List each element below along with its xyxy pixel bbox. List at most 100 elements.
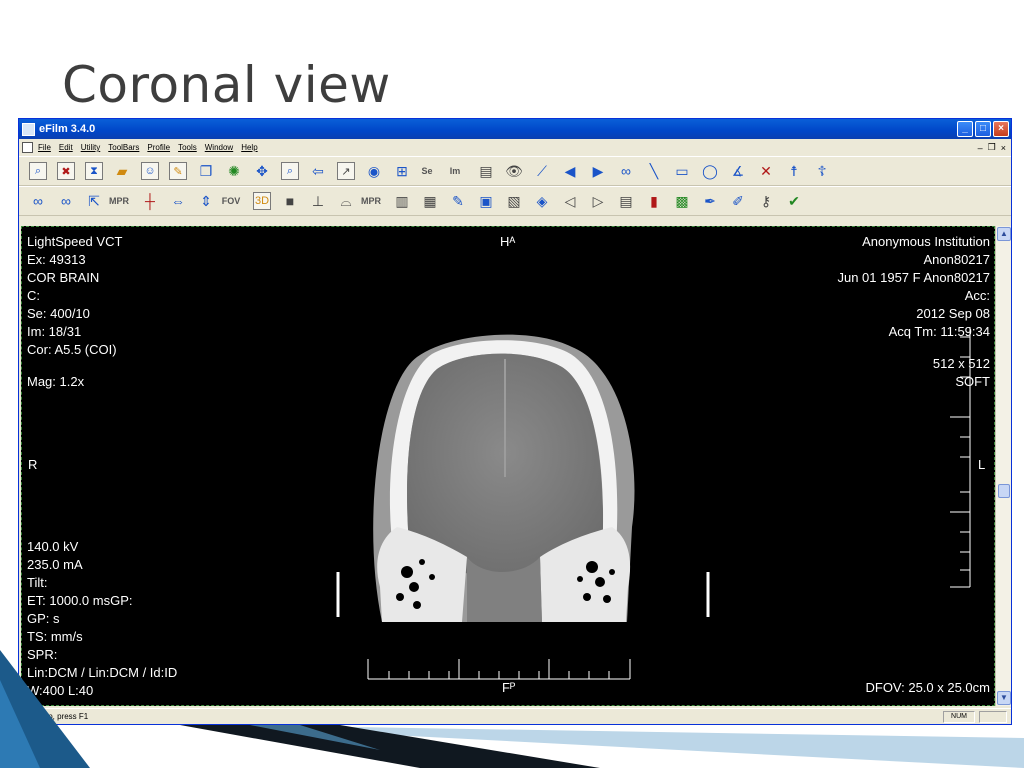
export-icon[interactable]: ✎ <box>165 160 191 182</box>
pen-icon[interactable]: ✒ <box>697 190 723 212</box>
toolbar-row-2: ∞ ∞ ⇱ MPR ┼ ⇔ ⇕ FOV 3D ■ ⊥ ⌓ MPR ▥ ▦ ✎ ▣… <box>19 186 1011 216</box>
hide-overlay-icon[interactable]: 👁 <box>501 160 527 182</box>
overlay-text: GP: s <box>27 611 60 626</box>
image-viewport[interactable]: LightSpeed VCT Ex: 49313 COR BRAIN C: Se… <box>21 226 995 706</box>
cursor-icon[interactable]: ⇱ <box>81 190 107 212</box>
3d-icon[interactable]: 3D <box>249 190 275 212</box>
flip-horizontal-icon[interactable]: ⇔ <box>165 190 191 212</box>
next-image-icon[interactable]: ▷ <box>585 190 611 212</box>
glasses-icon[interactable]: ∞ <box>25 190 51 212</box>
cine-icon[interactable]: ◉ <box>361 160 387 182</box>
mdi-minimize-icon[interactable]: – <box>978 143 983 153</box>
link-icon[interactable]: ∞ <box>613 160 639 182</box>
glasses-hand-icon[interactable]: ∞ <box>53 190 79 212</box>
hourglass-icon[interactable]: ⧗ <box>81 160 107 182</box>
ellipse-roi-icon[interactable]: ◯ <box>697 160 723 182</box>
overlay-filter: SOFT <box>955 374 990 389</box>
overlay-matrix-block: 512 x 512 SOFT <box>933 355 990 391</box>
menu-tools[interactable]: Tools <box>178 143 197 152</box>
angle-icon[interactable]: ∡ <box>725 160 751 182</box>
slide: Coronal view eFilm 3.4.0 _ □ × File Edit… <box>0 0 1024 768</box>
overlay-text: Im: 18/31 <box>27 324 82 339</box>
report-icon[interactable]: ▤ <box>473 160 499 182</box>
glasses-outline-icon[interactable]: ⌓ <box>333 190 359 212</box>
edit-image-icon[interactable]: ✎ <box>445 190 471 212</box>
key-icon[interactable]: ⚷ <box>753 190 779 212</box>
mdi-close-icon[interactable]: × <box>1001 143 1006 153</box>
ruler-icon[interactable]: ▭ <box>669 160 695 182</box>
vertical-scrollbar[interactable]: ▲ ▼ <box>995 226 1011 706</box>
menu-help[interactable]: Help <box>241 143 257 152</box>
overlay-text: Anon80217 <box>923 252 990 267</box>
search-study-icon[interactable]: ⌕ <box>25 160 51 182</box>
line-measure-icon[interactable]: ╲ <box>641 160 667 182</box>
print-icon[interactable]: ▤ <box>613 190 639 212</box>
menu-window[interactable]: Window <box>205 143 233 152</box>
efilm-window: eFilm 3.4.0 _ □ × File Edit Utility Tool… <box>18 118 1012 725</box>
overlay-text: 2012 Sep 08 <box>916 306 990 321</box>
body-orient-icon[interactable]: ☦ <box>809 160 835 182</box>
patient-icon[interactable]: ☺ <box>137 160 163 182</box>
overlay-top-right: Anonymous Institution Anon80217 Jun 01 1… <box>837 233 990 341</box>
prev-image-icon[interactable]: ◁ <box>557 190 583 212</box>
axis-icon[interactable]: ⊥ <box>305 190 331 212</box>
window-layout-icon[interactable]: ❐ <box>193 160 219 182</box>
orientation-right: R <box>28 457 38 472</box>
menu-profile[interactable]: Profile <box>147 143 170 152</box>
overlay-text: Se: 400/10 <box>27 306 90 321</box>
delete-icon[interactable]: ✖ <box>53 160 79 182</box>
overlay-text: Anonymous Institution <box>862 234 990 249</box>
film-icon[interactable]: ▮ <box>641 190 667 212</box>
menu-file[interactable]: File <box>38 143 51 152</box>
mpr-text-icon[interactable]: MPR <box>361 190 387 212</box>
overlay-matrix: 512 x 512 <box>932 356 990 371</box>
overlay-text: Ex: 49313 <box>27 252 86 267</box>
orientation-top: Hᴬ <box>500 234 516 249</box>
maximize-button[interactable]: □ <box>975 121 991 137</box>
overlay-text: ET: 1000.0 msGP: <box>27 593 133 608</box>
minimize-button[interactable]: _ <box>957 121 973 137</box>
series-layout-icon[interactable]: Se <box>417 160 443 182</box>
menu-utility[interactable]: Utility <box>81 143 101 152</box>
image-layout-icon[interactable]: Im <box>445 160 471 182</box>
overlay-text: Acq Tm: 11:59:34 <box>888 324 990 339</box>
sync-icon[interactable]: ⟋ <box>529 160 555 182</box>
filmstrip-icon[interactable]: ▦ <box>417 190 443 212</box>
annotate-icon[interactable]: ↗ <box>333 160 359 182</box>
menu-toolbars[interactable]: ToolBars <box>108 143 139 152</box>
zoom-icon[interactable]: ⌕ <box>277 160 303 182</box>
checkmark-icon[interactable]: ✔ <box>781 190 807 212</box>
check-doc-icon[interactable]: ✐ <box>725 190 751 212</box>
app-icon <box>22 122 35 136</box>
slide-decoration <box>0 650 1024 768</box>
window-level-icon[interactable]: ✺ <box>221 160 247 182</box>
scroll-thumb[interactable] <box>998 484 1010 498</box>
body-icon[interactable]: ☨ <box>781 160 807 182</box>
flip-vertical-icon[interactable]: ⇕ <box>193 190 219 212</box>
image-delete-icon[interactable]: ▧ <box>501 190 527 212</box>
overlay-top-left: LightSpeed VCT Ex: 49313 COR BRAIN C: Se… <box>27 233 122 359</box>
crosshair-icon[interactable]: ┼ <box>137 190 163 212</box>
pan-icon[interactable]: ✥ <box>249 160 275 182</box>
document-icon[interactable] <box>22 142 33 153</box>
save-image-icon[interactable]: ▣ <box>473 190 499 212</box>
image-eye-icon[interactable]: ◈ <box>529 190 555 212</box>
back-arrow-icon[interactable]: ⇦ <box>305 160 331 182</box>
mdi-restore-icon[interactable]: ❐ <box>988 142 996 153</box>
overlay-text: Acc: <box>964 288 990 303</box>
network-icon[interactable]: ▩ <box>669 190 695 212</box>
scroll-up-icon[interactable]: ▲ <box>997 227 1011 241</box>
close-button[interactable]: × <box>993 121 1009 137</box>
fov-icon[interactable]: FOV <box>221 190 247 212</box>
open-folder-icon[interactable]: ▰ <box>109 160 135 182</box>
overlay-text: Tilt: <box>27 575 48 590</box>
fill-icon[interactable]: ■ <box>277 190 303 212</box>
previous-series-icon[interactable]: ◀ <box>557 160 583 182</box>
next-series-icon[interactable]: ▶ <box>585 160 611 182</box>
histogram-icon[interactable]: ▥ <box>389 190 415 212</box>
menu-edit[interactable]: Edit <box>59 143 73 152</box>
delete-measure-icon[interactable]: ✕ <box>753 160 779 182</box>
grid-layout-icon[interactable]: ⊞ <box>389 160 415 182</box>
overlay-text: COR BRAIN <box>27 270 100 285</box>
mpr-icon[interactable]: MPR <box>109 190 135 212</box>
